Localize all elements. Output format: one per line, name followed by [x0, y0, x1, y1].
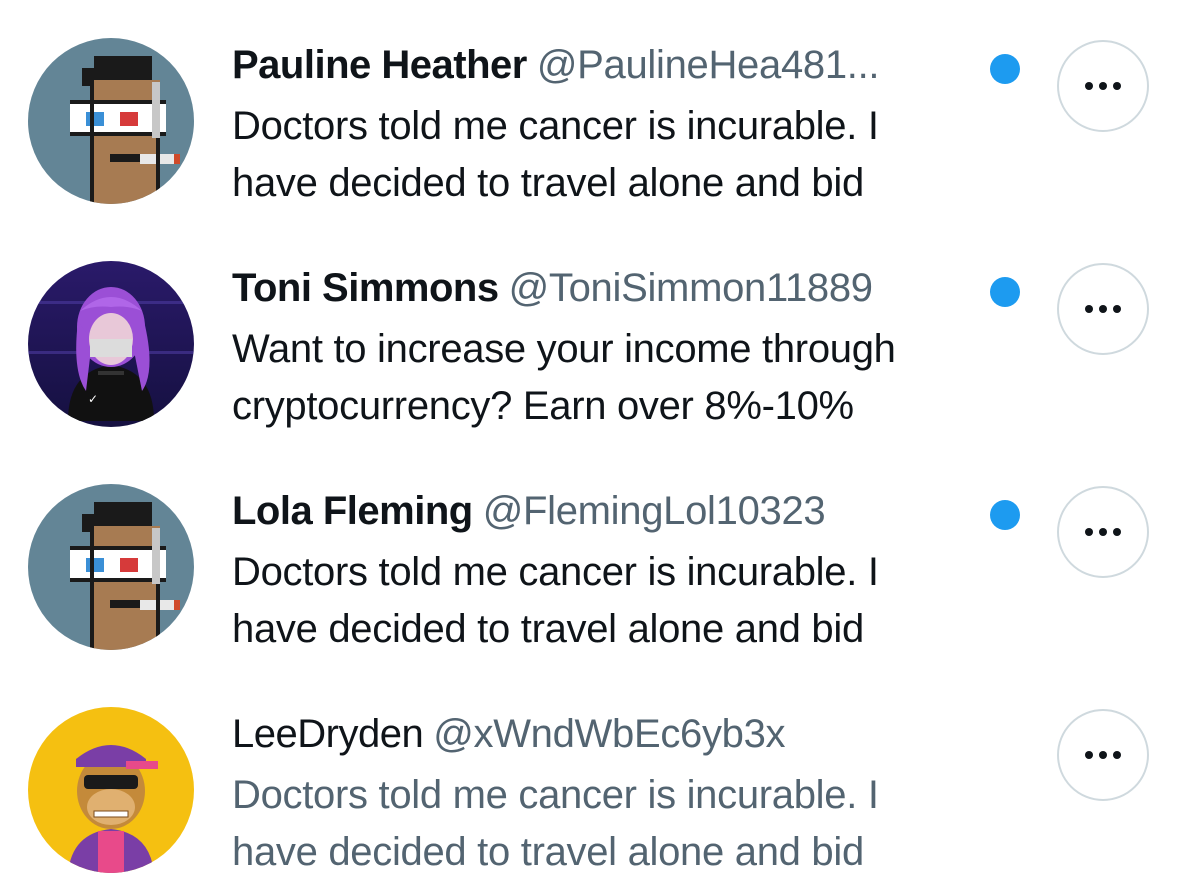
display-name[interactable]: Lola Fleming	[232, 489, 473, 533]
more-options-icon	[1085, 751, 1121, 759]
reply-header: Toni Simmons @ToniSimmon11889	[232, 263, 992, 313]
text-line: cryptocurrency? Earn over 8%-10%	[232, 384, 854, 428]
avatar[interactable]	[28, 707, 194, 873]
pixel-punk-3d-glasses-icon	[28, 38, 194, 204]
avatar[interactable]: ✓	[28, 261, 194, 427]
text-line: Doctors told me cancer is incurable. I	[232, 773, 879, 817]
handle[interactable]: @xWndWbEc6yb3x	[433, 712, 785, 756]
anime-girl-purple-hair-icon: ✓	[28, 261, 194, 427]
text-line: Doctors told me cancer is incurable. I	[232, 550, 879, 594]
verified-badge	[990, 54, 1020, 84]
more-options-icon	[1085, 305, 1121, 313]
text-line: have decided to travel alone and bid	[232, 161, 864, 205]
reply-row[interactable]: LeeDryden @xWndWbEc6yb3x Doctors told me …	[0, 669, 1179, 892]
reply-header: Pauline Heather @PaulineHea481...	[232, 40, 992, 90]
reply-header: Lola Fleming @FlemingLol10323	[232, 486, 992, 536]
handle[interactable]: @FlemingLol10323	[483, 489, 826, 533]
display-name[interactable]: LeeDryden	[232, 712, 424, 756]
reply-text: Doctors told me cancer is incurable. I h…	[232, 98, 1032, 212]
reply-row[interactable]: Lola Fleming @FlemingLol10323 Doctors tol…	[0, 446, 1179, 669]
text-line: have decided to travel alone and bid	[232, 830, 864, 874]
verified-badge	[990, 277, 1020, 307]
reply-row[interactable]: Pauline Heather @PaulineHea481... Doctors…	[0, 0, 1179, 223]
text-line: Doctors told me cancer is incurable. I	[232, 104, 879, 148]
reply-text: Doctors told me cancer is incurable. I h…	[232, 544, 1032, 658]
pixel-punk-3d-glasses-icon	[28, 484, 194, 650]
reply-row[interactable]: ✓ Toni Simmons @ToniSimmon11889 Want to i…	[0, 223, 1179, 446]
text-line: Want to increase your income through	[232, 327, 896, 371]
more-button[interactable]	[1057, 486, 1149, 578]
reply-text: Want to increase your income through cry…	[232, 321, 1032, 435]
svg-text:✓: ✓	[88, 392, 98, 406]
verified-badge	[990, 500, 1020, 530]
more-options-icon	[1085, 528, 1121, 536]
handle[interactable]: @PaulineHea481...	[537, 43, 880, 87]
display-name[interactable]: Toni Simmons	[232, 266, 499, 310]
avatar[interactable]	[28, 484, 194, 650]
reply-text: Doctors told me cancer is incurable. I h…	[232, 767, 1032, 881]
display-name[interactable]: Pauline Heather	[232, 43, 527, 87]
text-line: have decided to travel alone and bid	[232, 607, 864, 651]
more-button[interactable]	[1057, 709, 1149, 801]
reply-header: LeeDryden @xWndWbEc6yb3x	[232, 709, 992, 759]
more-options-icon	[1085, 82, 1121, 90]
handle[interactable]: @ToniSimmon11889	[509, 266, 873, 310]
cartoon-ape-cap-icon	[28, 707, 194, 873]
more-button[interactable]	[1057, 263, 1149, 355]
more-button[interactable]	[1057, 40, 1149, 132]
avatar[interactable]	[28, 38, 194, 204]
